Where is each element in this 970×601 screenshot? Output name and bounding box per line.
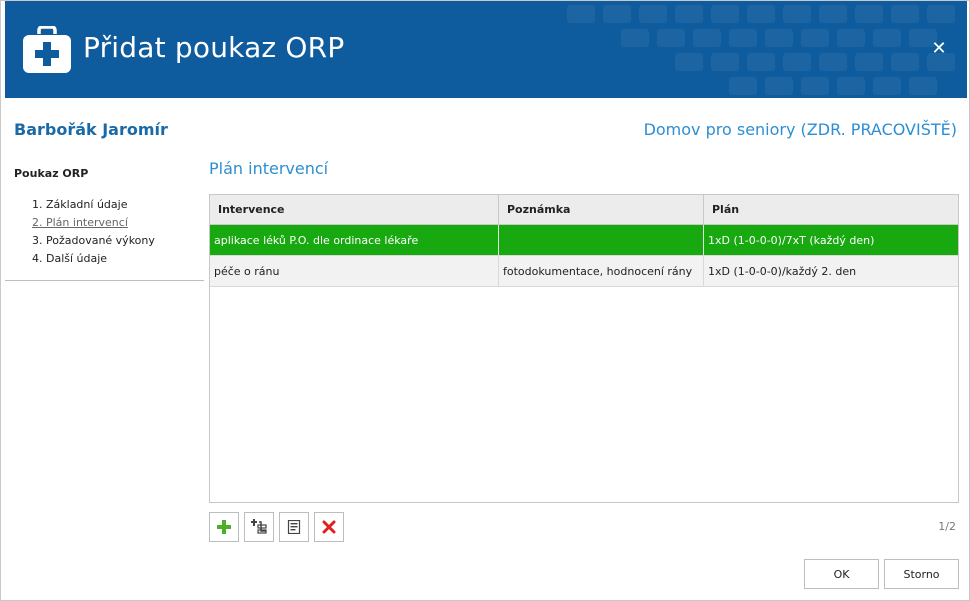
delete-icon (322, 520, 336, 534)
ok-button[interactable]: OK (804, 559, 879, 589)
first-aid-kit-icon (23, 26, 71, 73)
sidebar-item-plan-intervenci[interactable]: 2. Plán intervencí (5, 214, 204, 232)
edit-icon (287, 520, 301, 534)
cancel-button[interactable]: Storno (884, 559, 959, 589)
cell-plan: 1xD (1-0-0-0)/7xT (každý den) (708, 234, 875, 247)
cell-intervence: péče o ránu (210, 256, 499, 286)
sidebar-item-pozadovane-vykony[interactable]: 3. Požadované výkony (5, 232, 204, 250)
add-subitem-button[interactable] (244, 512, 274, 542)
cell-poznamka (499, 225, 704, 255)
close-icon: ✕ (931, 38, 947, 59)
column-header-poznamka[interactable]: Poznámka (499, 195, 704, 224)
cell-poznamka: fotodokumentace, hodnocení rány (499, 256, 704, 286)
sidebar-item-dalsi-udaje[interactable]: 4. Další údaje (5, 250, 204, 268)
delete-button[interactable] (314, 512, 344, 542)
section-title: Plán intervencí (209, 159, 329, 178)
table-header: Intervence Poznámka Plán (210, 195, 958, 225)
sidebar-title: Poukaz ORP (14, 167, 89, 180)
edit-button[interactable] (279, 512, 309, 542)
add-icon (217, 520, 231, 534)
interventions-table: Intervence Poznámka Plán aplikace léků P… (209, 194, 959, 503)
column-header-intervence[interactable]: Intervence (210, 195, 499, 224)
sidebar: Poukaz ORP 1. Základní údaje 2. Plán int… (5, 164, 204, 268)
header-pattern (547, 1, 967, 98)
facility-name: Domov pro seniory (ZDR. PRACOVIŠTĚ) (643, 120, 957, 139)
cell-plan: 1xD (1-0-0-0)/každý 2. den (708, 265, 857, 278)
dialog-title: Přidat poukaz ORP (83, 31, 345, 64)
cell-intervence: aplikace léků P.O. dle ordinace lékaře (210, 225, 499, 255)
patient-name: Barbořák Jaromír (14, 120, 168, 139)
table-row[interactable]: péče o ránu fotodokumentace, hodnocení r… (210, 256, 958, 287)
sidebar-divider (5, 280, 204, 281)
sidebar-list: 1. Základní údaje 2. Plán intervencí 3. … (5, 196, 204, 268)
dialog-header: Přidat poukaz ORP ✕ (5, 1, 967, 98)
column-header-plan[interactable]: Plán (704, 195, 958, 224)
sidebar-item-zakladni-udaje[interactable]: 1. Základní údaje (5, 196, 204, 214)
add-button[interactable] (209, 512, 239, 542)
close-button[interactable]: ✕ (929, 39, 949, 59)
table-toolbar (209, 512, 344, 542)
dialog: Přidat poukaz ORP ✕ Barbořák Jaromír Dom… (0, 0, 970, 601)
add-subitem-icon (251, 519, 267, 534)
table-row[interactable]: aplikace léků P.O. dle ordinace lékaře 1… (210, 225, 958, 256)
pager: 1/2 (938, 520, 956, 533)
